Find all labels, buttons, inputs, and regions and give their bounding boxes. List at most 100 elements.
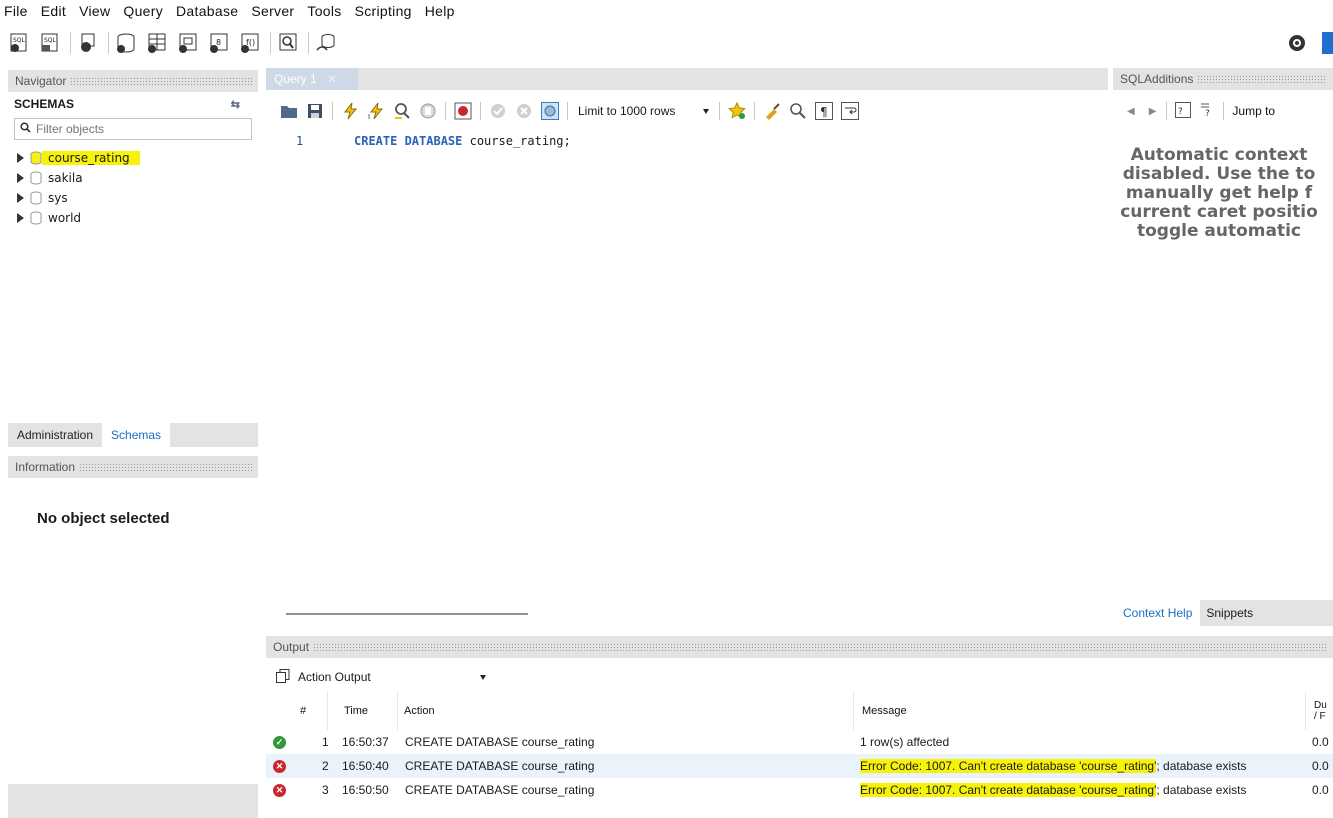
expand-arrow-icon[interactable] bbox=[17, 153, 24, 163]
message-rest: ; database exists bbox=[1156, 759, 1247, 773]
create-schema-icon[interactable] bbox=[115, 32, 137, 54]
create-table-icon[interactable] bbox=[146, 32, 168, 54]
output-type-select[interactable]: Action Output bbox=[298, 670, 498, 684]
commit-check-icon[interactable] bbox=[489, 102, 507, 120]
menu-tools[interactable]: Tools bbox=[307, 3, 350, 19]
manual-help-icon[interactable]: ? bbox=[1175, 101, 1192, 121]
toolbar-separator bbox=[270, 32, 271, 54]
information-header: Information bbox=[8, 456, 258, 478]
create-procedure-icon[interactable]: 8 bbox=[208, 32, 230, 54]
menu-file[interactable]: File bbox=[4, 3, 37, 19]
open-folder-icon[interactable] bbox=[280, 102, 298, 120]
open-sql-script-icon[interactable]: SQL bbox=[39, 32, 61, 54]
help-line: current caret positio bbox=[1120, 202, 1318, 222]
svg-text:?: ? bbox=[1178, 107, 1183, 117]
horizontal-scrollbar[interactable] bbox=[286, 613, 528, 615]
tab-query-1[interactable]: Query 1 ✕ bbox=[266, 68, 358, 90]
column-header-time[interactable]: Time bbox=[338, 692, 398, 730]
toolbar-separator bbox=[754, 102, 756, 120]
toolbar-separator bbox=[1223, 102, 1225, 120]
menu-query[interactable]: Query bbox=[123, 3, 172, 19]
explain-magnifier-icon[interactable] bbox=[393, 102, 411, 120]
editor-toolbar: I Limit to 1000 rows ¶ bbox=[266, 96, 1108, 126]
tab-snippets[interactable]: Snippets bbox=[1200, 600, 1259, 626]
stop-icon[interactable] bbox=[419, 102, 437, 120]
chevron-down-icon bbox=[480, 674, 486, 680]
sql-editor[interactable]: 1 CREATE DATABASE course_rating; bbox=[266, 126, 1108, 604]
line-number: 1 bbox=[296, 134, 304, 148]
table-row[interactable]: ✕ 3 16:50:50 CREATE DATABASE course_rati… bbox=[266, 778, 1333, 802]
column-header-message[interactable]: Message bbox=[856, 692, 1306, 730]
inspector-icon[interactable] bbox=[77, 32, 99, 54]
svg-text:f(): f() bbox=[246, 38, 255, 47]
create-view-icon[interactable] bbox=[177, 32, 199, 54]
table-row[interactable]: ✕ 2 16:50:40 CREATE DATABASE course_rati… bbox=[266, 754, 1333, 778]
row-action: CREATE DATABASE course_rating bbox=[405, 735, 595, 749]
forward-arrow-icon[interactable]: ▶ bbox=[1149, 106, 1157, 117]
menu-database[interactable]: Database bbox=[176, 3, 247, 19]
find-magnifier-icon[interactable] bbox=[789, 102, 807, 120]
column-header-num[interactable]: # bbox=[294, 692, 328, 730]
schema-label: sys bbox=[48, 191, 68, 205]
invisible-chars-icon[interactable]: ¶ bbox=[815, 102, 834, 120]
beautify-broom-icon[interactable] bbox=[763, 102, 781, 120]
add-snippet-star-icon[interactable] bbox=[728, 101, 747, 120]
execute-lightning-icon[interactable] bbox=[341, 102, 359, 120]
menu-help[interactable]: Help bbox=[425, 3, 464, 19]
copy-icon[interactable] bbox=[276, 668, 290, 686]
new-sql-tab-icon[interactable]: SQL bbox=[8, 32, 30, 54]
tab-administration[interactable]: Administration bbox=[8, 423, 102, 447]
toggle-error-icon[interactable] bbox=[454, 102, 472, 120]
limit-rows-select[interactable]: Limit to 1000 rows bbox=[578, 104, 710, 118]
execute-current-lightning-icon[interactable]: I bbox=[367, 102, 385, 121]
expand-arrow-icon[interactable] bbox=[17, 213, 24, 223]
jump-to-label[interactable]: Jump to bbox=[1232, 104, 1275, 118]
code-line: CREATE DATABASE course_rating; bbox=[354, 134, 571, 148]
back-arrow-icon[interactable]: ◀ bbox=[1127, 106, 1135, 117]
filter-input[interactable] bbox=[36, 122, 236, 136]
sql-keyword: CREATE DATABASE bbox=[354, 134, 463, 148]
success-check-icon: ✓ bbox=[273, 730, 286, 754]
close-icon[interactable]: ✕ bbox=[327, 72, 337, 86]
schema-item-course-rating[interactable]: course_rating bbox=[8, 148, 258, 168]
table-row[interactable]: ✓ 1 16:50:37 CREATE DATABASE course_rati… bbox=[266, 730, 1333, 754]
layout-toggle-icon[interactable] bbox=[1322, 32, 1333, 54]
schema-item-sakila[interactable]: sakila bbox=[8, 168, 258, 188]
sql-text: course_rating; bbox=[462, 134, 571, 148]
rollback-x-icon[interactable] bbox=[515, 102, 533, 120]
help-message: Automatic context disabled. Use the to m… bbox=[1113, 146, 1329, 241]
row-duration: 0.0 bbox=[1312, 783, 1329, 797]
schema-label: course_rating bbox=[42, 151, 140, 165]
schema-item-sys[interactable]: sys bbox=[8, 188, 258, 208]
message-highlight: Error Code: 1007. Can't create database … bbox=[860, 759, 1157, 773]
toolbar-separator bbox=[480, 102, 481, 120]
row-number: 1 bbox=[322, 735, 329, 749]
schema-tree: course_rating sakila sys world bbox=[8, 148, 258, 228]
menu-scripting[interactable]: Scripting bbox=[355, 3, 421, 19]
filter-box[interactable] bbox=[14, 118, 252, 140]
toolbar-separator bbox=[108, 32, 109, 54]
toolbar-separator bbox=[719, 102, 721, 120]
error-x-icon: ✕ bbox=[273, 754, 286, 778]
navigator-header: Navigator bbox=[8, 70, 258, 92]
column-header-action[interactable]: Action bbox=[398, 692, 854, 730]
create-function-icon[interactable]: f() bbox=[239, 32, 261, 54]
expand-arrow-icon[interactable] bbox=[17, 193, 24, 203]
search-table-data-icon[interactable] bbox=[277, 32, 299, 54]
autocommit-toggle-icon[interactable] bbox=[541, 102, 559, 120]
svg-text:8: 8 bbox=[216, 38, 221, 47]
word-wrap-icon[interactable] bbox=[841, 102, 860, 120]
column-header-duration[interactable]: Du / F bbox=[1308, 692, 1333, 730]
refresh-icon[interactable]: ⇆ bbox=[231, 98, 240, 111]
expand-arrow-icon[interactable] bbox=[17, 173, 24, 183]
schema-item-world[interactable]: world bbox=[8, 208, 258, 228]
preferences-gear-icon[interactable] bbox=[1286, 32, 1308, 54]
tab-schemas[interactable]: Schemas bbox=[102, 423, 171, 447]
menu-server[interactable]: Server bbox=[251, 3, 303, 19]
save-icon[interactable] bbox=[306, 102, 324, 120]
tab-context-help[interactable]: Context Help bbox=[1113, 600, 1201, 626]
menu-edit[interactable]: Edit bbox=[41, 3, 75, 19]
reconnect-icon[interactable] bbox=[315, 32, 337, 54]
auto-help-icon[interactable]: ? bbox=[1199, 102, 1215, 121]
menu-view[interactable]: View bbox=[79, 3, 119, 19]
